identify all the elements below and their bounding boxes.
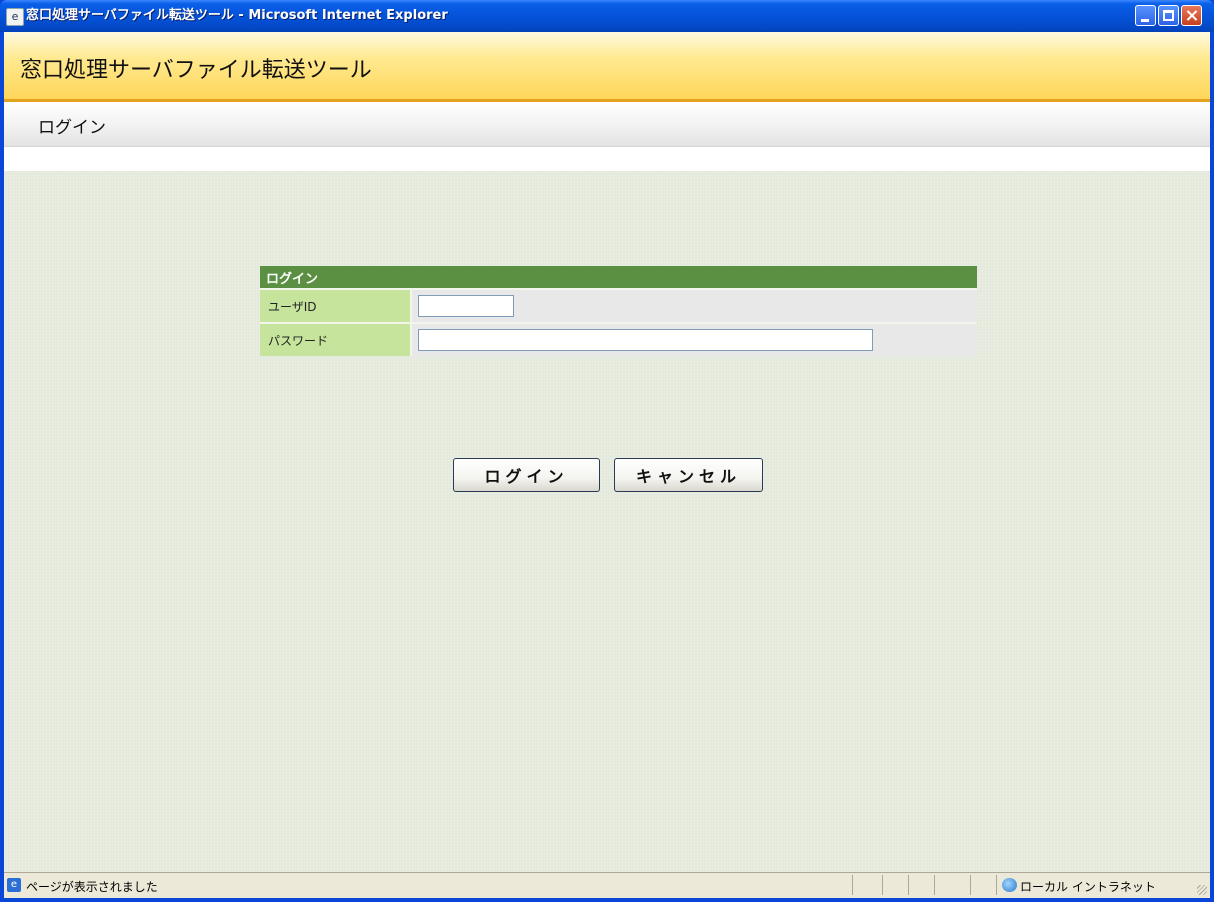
window-title: 窓口処理サーバファイル転送ツール - Microsoft Internet Ex… xyxy=(26,8,448,23)
password-label: パスワード xyxy=(260,322,411,356)
login-button[interactable]: ログイン xyxy=(453,458,600,492)
password-input[interactable] xyxy=(418,329,873,351)
status-divider xyxy=(970,875,971,895)
status-divider xyxy=(882,875,883,895)
divider-band xyxy=(4,147,1210,171)
resize-grip-icon[interactable] xyxy=(1197,885,1207,895)
close-button[interactable] xyxy=(1181,5,1202,26)
cancel-button[interactable]: キャンセル xyxy=(614,458,763,492)
page-content: 窓口処理サーバファイル転送ツール ログイン ログイン ユーザID パスワード ロ… xyxy=(4,32,1210,872)
user-id-label: ユーザID xyxy=(260,288,411,323)
security-zone-text: ローカル イントラネット xyxy=(1020,880,1156,894)
minimize-button[interactable] xyxy=(1135,5,1156,26)
maximize-button[interactable] xyxy=(1158,5,1179,26)
page-subheader: ログイン xyxy=(4,102,1210,147)
status-divider xyxy=(996,875,997,895)
browser-window: e 窓口処理サーバファイル転送ツール - Microsoft Internet … xyxy=(0,0,1214,902)
page-done-icon: e xyxy=(7,878,21,892)
app-title: 窓口処理サーバファイル転送ツール xyxy=(20,58,372,83)
login-form: ログイン ユーザID パスワード xyxy=(260,266,977,356)
page-title: ログイン xyxy=(38,118,106,138)
status-divider xyxy=(934,875,935,895)
status-divider xyxy=(908,875,909,895)
maximize-icon xyxy=(1163,10,1174,21)
intranet-globe-icon xyxy=(1002,878,1017,892)
status-divider xyxy=(852,875,853,895)
minimize-icon xyxy=(1141,19,1149,22)
status-text: ページが表示されました xyxy=(26,880,158,894)
app-header: 窓口処理サーバファイル転送ツール xyxy=(4,32,1210,102)
login-form-header: ログイン xyxy=(260,266,977,289)
user-id-input[interactable] xyxy=(418,295,514,317)
ie-page-icon: e xyxy=(6,8,24,26)
status-bar: e ページが表示されました ローカル イントラネット xyxy=(4,872,1210,898)
window-titlebar[interactable]: e 窓口処理サーバファイル転送ツール - Microsoft Internet … xyxy=(0,0,1214,32)
